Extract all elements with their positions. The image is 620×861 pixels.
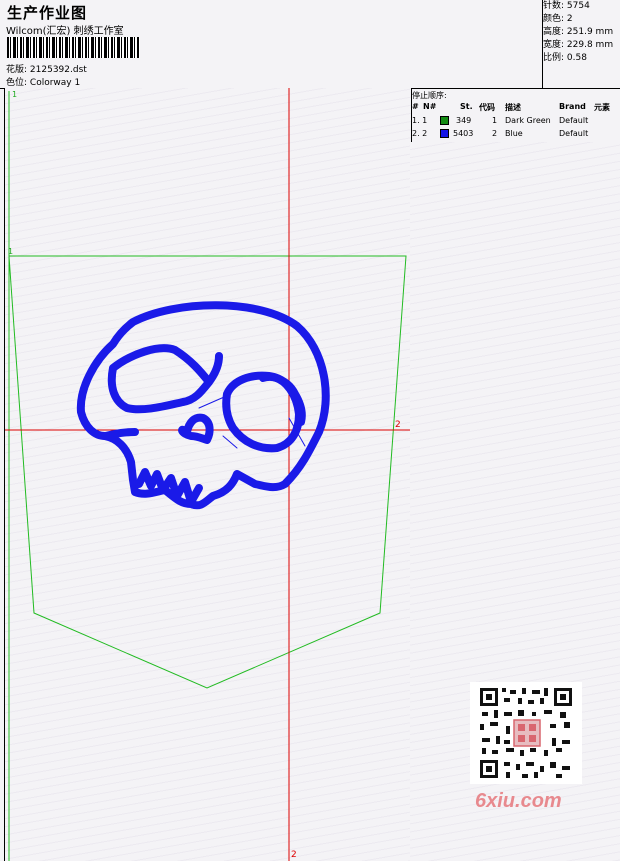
page-title: 生产作业图	[7, 4, 88, 22]
stop-sequence-title: 停止顺序:	[412, 91, 447, 100]
company-name: Wilcom(汇宏) 刺绣工作室	[6, 26, 124, 37]
qr-code	[470, 682, 582, 784]
marker-left-mid: 1	[8, 247, 13, 256]
stat-colors: 颜色: 2	[543, 14, 573, 24]
marker-top-left: 1	[12, 90, 17, 99]
pocket-outline	[8, 255, 407, 689]
colorway-label: 色位:	[6, 78, 28, 88]
design-label: 花版:	[6, 65, 28, 75]
stat-stitches: 针数: 5754	[543, 1, 590, 11]
marker-right: 2	[395, 420, 401, 430]
col-n-no: N#	[423, 102, 437, 111]
design-canvas: 1 1 2 2	[4, 88, 412, 861]
design-stats-panel: 针数: 5754 颜色: 2 高度: 251.9 mm 宽度: 229.8 mm…	[542, 0, 620, 89]
stat-scale: 比例: 0.58	[543, 53, 587, 63]
stat-height: 高度: 251.9 mm	[543, 27, 614, 37]
color-swatch-green	[440, 116, 449, 125]
qr-code-svg	[478, 686, 574, 780]
header-info-panel: 生产作业图 Wilcom(汇宏) 刺绣工作室 花版: 2125392.dst 色…	[0, 0, 543, 89]
marker-bottom: 2	[291, 850, 297, 860]
stat-width: 宽度: 229.8 mm	[543, 40, 614, 50]
design-preview-svg: 1 1 2 2	[5, 88, 411, 861]
watermark-logo: 6xiu.com	[475, 790, 562, 812]
colorway-line: 色位: Colorway 1	[6, 75, 80, 88]
design-file-line: 花版: 2125392.dst	[6, 62, 87, 75]
color-swatch-blue	[440, 129, 449, 138]
col-description: 描述	[505, 103, 521, 112]
col-code: 代码	[479, 103, 495, 112]
colorway-value: Colorway 1	[29, 78, 81, 88]
stop-row: 2. 2 5403 2 Blue Default	[412, 129, 589, 138]
col-stitches: St.	[460, 102, 473, 111]
barcode	[7, 37, 140, 58]
design-file: 2125392.dst	[29, 65, 87, 75]
stop-sequence-panel: 停止顺序: # N# St. 代码 描述 Brand 元素 1. 1 349 1…	[410, 88, 620, 143]
col-hash: #	[412, 102, 419, 111]
stop-row: 1. 1 349 1 Dark Green Default	[412, 116, 589, 125]
stop-sequence-header: # N# St. 代码 描述 Brand 元素	[410, 102, 620, 113]
col-element: 元素	[594, 103, 610, 112]
col-brand: Brand	[559, 102, 586, 111]
